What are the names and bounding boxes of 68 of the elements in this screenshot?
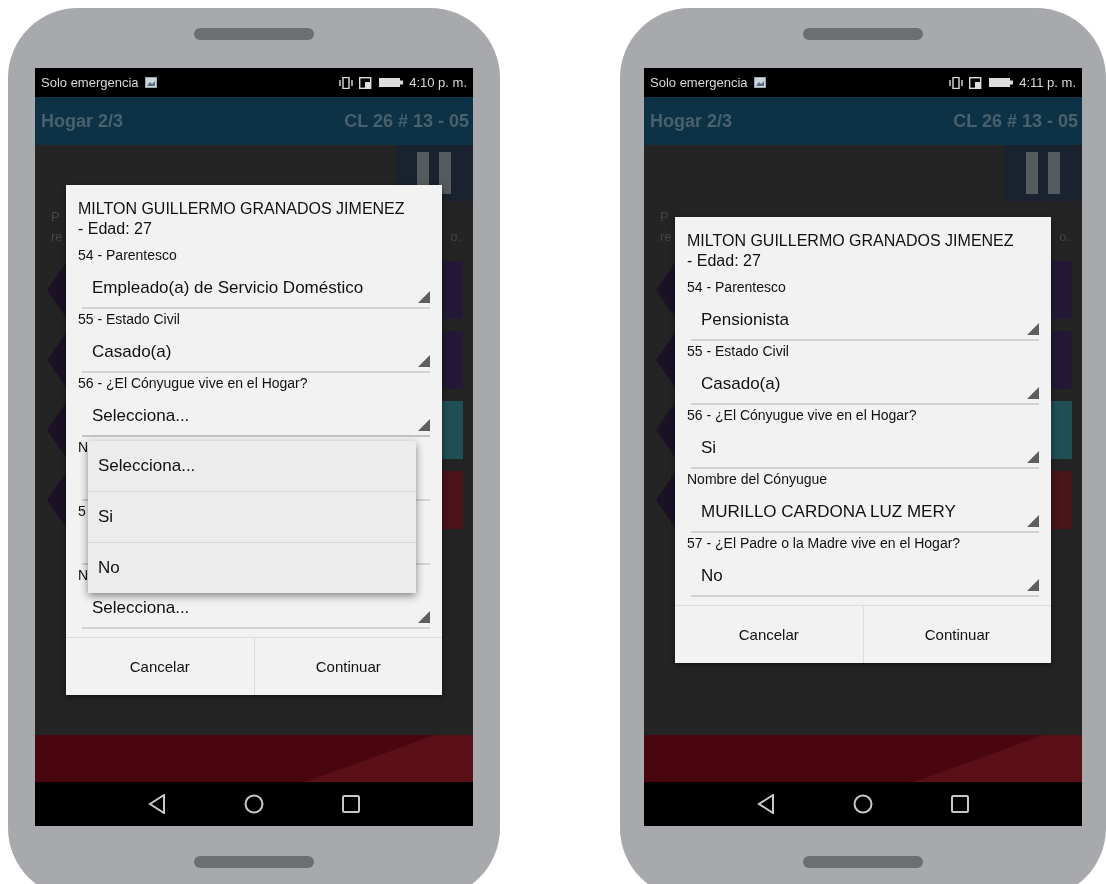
dropdown-arrow-icon (418, 419, 430, 431)
recents-icon[interactable] (951, 795, 969, 813)
field-label: 55 - Estado Civil (687, 342, 789, 361)
field-label: 5 (78, 502, 86, 521)
clock-text: 4:11 p. m. (1019, 75, 1076, 90)
dropdown-field[interactable]: Selecciona... (82, 393, 430, 437)
dropdown-arrow-icon (1027, 515, 1039, 527)
battery-icon (379, 77, 404, 88)
field-label: Nombre del Cónyugue (687, 470, 828, 489)
dropdown-arrow-icon (1027, 387, 1039, 399)
dropdown-arrow-icon (1027, 579, 1039, 591)
dropdown-option[interactable]: Si (88, 492, 416, 543)
sim-icon (359, 76, 374, 89)
dropdown-field[interactable]: No (691, 553, 1039, 597)
back-icon[interactable] (148, 794, 166, 814)
menu-tile[interactable] (441, 261, 463, 319)
clock-text: 4:10 p. m. (409, 75, 467, 90)
dialog-button[interactable]: Continuar (862, 606, 1051, 663)
dropdown-field[interactable]: MURILLO CARDONA LUZ MERY (691, 489, 1039, 533)
sim-icon (969, 76, 984, 89)
menu-tile[interactable] (441, 471, 463, 529)
dropdown-arrow-icon (1027, 451, 1039, 463)
field-label: 54 - Parentesco (687, 278, 786, 297)
dialog-button[interactable]: Cancelar (66, 638, 254, 695)
menu-tile[interactable] (1050, 401, 1072, 459)
home-icon[interactable] (853, 794, 873, 814)
person-name: MILTON GUILLERMO GRANADOS JIMENEZ (78, 199, 406, 219)
battery-icon (989, 77, 1014, 88)
age-text: - Edad: 27 (78, 219, 153, 239)
vibrate-icon (339, 76, 354, 89)
carrier-text: Solo emergencia (650, 75, 748, 90)
field-label: 56 - ¿El Cónyugue vive en el Hogar? (78, 374, 308, 393)
person-name: MILTON GUILLERMO GRANADOS JIMENEZ (687, 231, 1015, 251)
dropdown-field[interactable]: Si (691, 425, 1039, 469)
dialog-button[interactable]: Continuar (253, 638, 442, 695)
carrier-text: Solo emergencia (41, 75, 139, 90)
dropdown-field[interactable]: Casado(a) (691, 361, 1039, 405)
menu-tile[interactable] (1050, 471, 1072, 529)
back-icon[interactable] (757, 794, 775, 814)
dropdown-field[interactable]: Empleado(a) de Servicio Doméstico (82, 265, 430, 309)
dropdown-arrow-icon (1027, 323, 1039, 335)
recents-icon[interactable] (342, 795, 360, 813)
field-label: N (78, 438, 89, 457)
menu-tile[interactable] (441, 401, 463, 459)
dialog-button[interactable]: Cancelar (675, 606, 863, 663)
image-icon (753, 77, 766, 88)
menu-tile[interactable] (1050, 261, 1072, 319)
dropdown-field[interactable]: Pensionista (691, 297, 1039, 341)
home-icon[interactable] (244, 794, 264, 814)
app-title: Hogar 2/3 (41, 110, 124, 132)
dropdown-arrow-icon (418, 611, 430, 623)
dropdown-field[interactable]: Casado(a) (82, 329, 430, 373)
menu-tile[interactable] (1050, 331, 1072, 389)
field-label: 57 - ¿El Padre o la Madre vive en el Hogar? (687, 534, 961, 553)
dropdown-arrow-icon (418, 291, 430, 303)
field-label: 55 - Estado Civil (78, 310, 180, 329)
address-text: CL 26 # 13 - 05 (953, 110, 1078, 132)
dropdown-arrow-icon (418, 355, 430, 367)
dropdown-option[interactable]: Selecciona... (88, 441, 416, 492)
address-text: CL 26 # 13 - 05 (344, 110, 469, 132)
image-icon (144, 77, 157, 88)
field-label: N (78, 566, 89, 585)
field-label: 54 - Parentesco (78, 246, 177, 265)
field-label: 56 - ¿El Cónyugue vive en el Hogar? (687, 406, 917, 425)
menu-tile[interactable] (441, 331, 463, 389)
vibrate-icon (949, 76, 964, 89)
app-title: Hogar 2/3 (650, 110, 733, 132)
age-text: - Edad: 27 (687, 251, 762, 271)
